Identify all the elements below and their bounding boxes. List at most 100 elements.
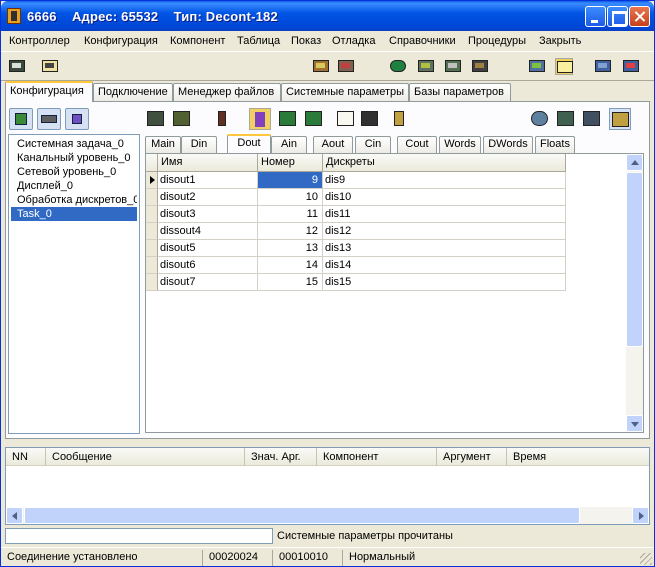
scroll-down-button[interactable] (626, 415, 643, 432)
disconnect-icon[interactable] (622, 58, 640, 75)
tab-words[interactable]: Words (439, 136, 481, 153)
cell-number[interactable]: 12 (258, 223, 323, 240)
list-item[interactable]: Канальный уровень_0 (11, 151, 137, 165)
add-component-button[interactable] (9, 108, 33, 130)
tab-din[interactable]: Din (181, 136, 217, 153)
cell-name[interactable]: disout6 (158, 257, 258, 274)
message-input[interactable] (5, 528, 273, 544)
tab-ain[interactable]: Ain (271, 136, 307, 153)
mail-icon[interactable] (555, 58, 573, 75)
component-settings-icon[interactable] (145, 108, 167, 130)
save-config-icon[interactable] (337, 58, 355, 75)
scroll-thumb[interactable] (626, 172, 643, 347)
menu-procedures[interactable]: Процедуры (468, 35, 526, 47)
cell-discretes[interactable]: dis14 (323, 257, 566, 274)
tab-file-manager[interactable]: Менеджер файлов (173, 83, 281, 101)
open-config-icon[interactable] (312, 58, 330, 75)
horizontal-scroll-thumb[interactable] (24, 507, 580, 524)
log-column-arg-value[interactable]: Знач. Арг. (245, 448, 317, 466)
controller-icon[interactable] (417, 58, 435, 75)
minimize-button[interactable] (585, 6, 606, 27)
scroll-up-button[interactable] (626, 154, 643, 171)
component-list-icon[interactable] (171, 108, 193, 130)
run-icon[interactable] (249, 108, 271, 130)
log-column-time[interactable]: Время (507, 448, 649, 466)
cell-name[interactable]: disout3 (158, 206, 258, 223)
edit-component-button[interactable] (37, 108, 61, 130)
module-block-icon[interactable] (389, 108, 411, 130)
menu-component[interactable]: Компонент (170, 35, 225, 47)
refresh-icon[interactable] (389, 58, 407, 75)
cell-number[interactable]: 14 (258, 257, 323, 274)
menu-table[interactable]: Таблица (237, 35, 280, 47)
menu-references[interactable]: Справочники (389, 35, 456, 47)
menu-configuration[interactable]: Конфигурация (84, 35, 158, 47)
tab-aout[interactable]: Aout (313, 136, 353, 153)
log-column-message[interactable]: Сообщение (46, 448, 245, 466)
list-item[interactable]: Дисплей_0 (11, 179, 137, 193)
log-column-nn[interactable]: NN (6, 448, 46, 466)
tab-cout[interactable]: Cout (397, 136, 437, 153)
table-icon[interactable] (41, 58, 59, 75)
tab-parameter-bases[interactable]: Базы параметров (409, 83, 511, 101)
menu-controller[interactable]: Контроллер (9, 35, 70, 47)
log-column-argument[interactable]: Аргумент (437, 448, 507, 466)
pencil-icon[interactable] (211, 108, 233, 130)
books-icon[interactable] (555, 108, 577, 130)
component-list[interactable]: Системная задача_0 Канальный уровень_0 С… (8, 134, 140, 434)
cell-discretes[interactable]: dis11 (323, 206, 566, 223)
resize-grip-icon[interactable] (640, 553, 652, 565)
cell-name[interactable]: disout2 (158, 189, 258, 206)
list-item[interactable]: Системная задача_0 (11, 137, 137, 151)
log-column-component[interactable]: Компонент (317, 448, 437, 466)
tab-dout[interactable]: Dout (227, 134, 271, 153)
maximize-button[interactable] (607, 6, 628, 27)
properties-icon[interactable] (609, 108, 631, 130)
new-document-icon[interactable] (335, 108, 357, 130)
cell-number[interactable]: 10 (258, 189, 323, 206)
list-item-selected[interactable]: Task_0 (11, 207, 137, 221)
menu-close[interactable]: Закрыть (539, 35, 581, 47)
cell-discretes[interactable]: dis13 (323, 240, 566, 257)
tab-cin[interactable]: Cin (355, 136, 391, 153)
network-icon[interactable] (528, 58, 546, 75)
module-icon[interactable] (471, 58, 489, 75)
connect-icon[interactable] (594, 58, 612, 75)
list-item[interactable]: Обработка дискретов_0 (11, 193, 137, 207)
excel-export-icon[interactable] (277, 108, 299, 130)
scroll-left-button[interactable] (6, 507, 23, 524)
cell-discretes[interactable]: dis15 (323, 274, 566, 291)
dout-table[interactable]: Имя Номер Дискреты disout1 9 dis9 disout… (145, 153, 644, 433)
cell-name[interactable]: dissout4 (158, 223, 258, 240)
tab-floats[interactable]: Floats (535, 136, 575, 153)
cell-number[interactable]: 13 (258, 240, 323, 257)
tab-dwords[interactable]: DWords (483, 136, 533, 153)
tab-system-parameters[interactable]: Системные параметры (281, 83, 409, 101)
cell-name[interactable]: disout1 (158, 172, 258, 189)
printer-icon[interactable] (581, 108, 603, 130)
menu-view[interactable]: Показ (291, 35, 321, 47)
keyboard-icon[interactable] (8, 58, 26, 75)
delete-component-button[interactable] (65, 108, 89, 130)
table-vertical-scrollbar[interactable] (626, 154, 643, 432)
column-header-name[interactable]: Имя (158, 154, 258, 172)
log-horizontal-scrollbar[interactable] (6, 507, 649, 524)
tab-configuration[interactable]: Конфигурация (5, 81, 93, 102)
tab-connection[interactable]: Подключение (93, 83, 173, 101)
title-bar[interactable]: 6666 Адрес: 65532 Тип: Decont-182 (1, 1, 654, 31)
list-item[interactable]: Сетевой уровень_0 (11, 165, 137, 179)
cell-name[interactable]: disout5 (158, 240, 258, 257)
search-icon[interactable] (529, 108, 551, 130)
cell-discretes[interactable]: dis10 (323, 189, 566, 206)
cell-number[interactable]: 15 (258, 274, 323, 291)
cell-discretes[interactable]: dis12 (323, 223, 566, 240)
excel-import-icon[interactable] (303, 108, 325, 130)
tab-main[interactable]: Main (145, 136, 181, 153)
menu-debug[interactable]: Отладка (332, 35, 375, 47)
close-button[interactable] (629, 6, 650, 27)
cell-number-selected[interactable]: 9 (258, 172, 323, 189)
scroll-right-button[interactable] (632, 507, 649, 524)
cell-name[interactable]: disout7 (158, 274, 258, 291)
message-log[interactable]: NN Сообщение Знач. Арг. Компонент Аргуме… (5, 447, 650, 525)
search-module-icon[interactable] (444, 58, 462, 75)
